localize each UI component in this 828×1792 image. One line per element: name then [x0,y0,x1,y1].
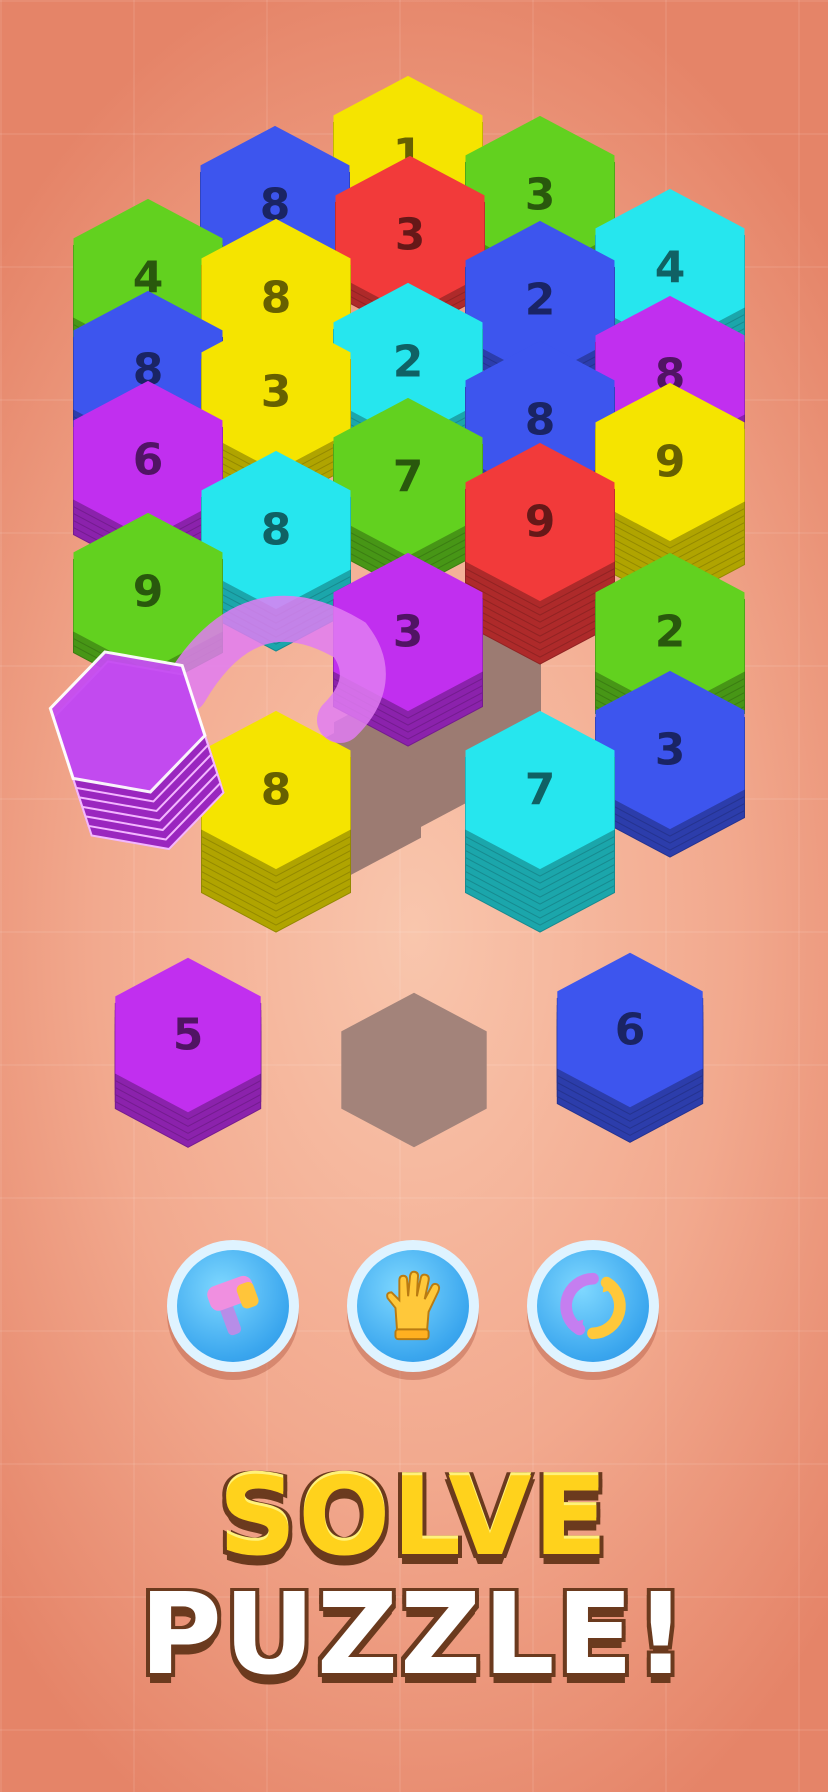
hex-top [341,992,487,1148]
stack-count: 9 [655,437,686,488]
hex-stack[interactable]: 3 [595,670,745,858]
tray-piece[interactable]: 6 [556,952,704,1143]
refresh-icon [560,1272,626,1340]
stack-count: 7 [393,452,424,503]
hand-booster-button[interactable] [347,1240,479,1372]
stack-count: 8 [261,765,292,816]
stack-count: 9 [133,567,164,618]
piece-tray: 56 [114,952,704,1148]
booster-bar [0,1240,828,1380]
stack-count: 8 [261,505,292,556]
stack-count: 3 [393,607,424,658]
stack-count: 2 [393,337,424,388]
stack-count: 2 [525,275,556,326]
stack-count: 6 [133,435,164,486]
game-board: 18 334 48 28 2 8386 7 98 993 238 75 6 [48,75,745,1148]
stack-count: 4 [655,243,686,294]
stack-count: 5 [173,1010,204,1061]
stack-count: 3 [525,170,556,221]
stack-count: 3 [655,725,686,776]
hex-stack[interactable]: 9 [465,442,615,665]
tray-slot-empty[interactable] [341,992,487,1148]
stack-count: 3 [261,367,292,418]
stack-count: 8 [525,395,556,446]
stack-count: 2 [655,607,686,658]
tray-piece[interactable]: 5 [114,957,262,1148]
shuffle-booster-button[interactable] [527,1240,659,1372]
slogan-line-2: PUZZLE! [139,1570,689,1700]
hammer-icon [207,1275,259,1336]
hex-stack[interactable]: 8 [201,710,351,933]
slogan-line-1: SOLVE [218,1455,610,1580]
stack-count: 7 [525,765,556,816]
stack-count: 9 [525,497,556,548]
glove-icon [386,1270,441,1341]
hex-stack[interactable]: 7 [465,710,615,933]
stack-count: 3 [395,210,426,261]
hammer-booster-button[interactable] [167,1240,299,1372]
stack-count: 6 [615,1005,646,1056]
